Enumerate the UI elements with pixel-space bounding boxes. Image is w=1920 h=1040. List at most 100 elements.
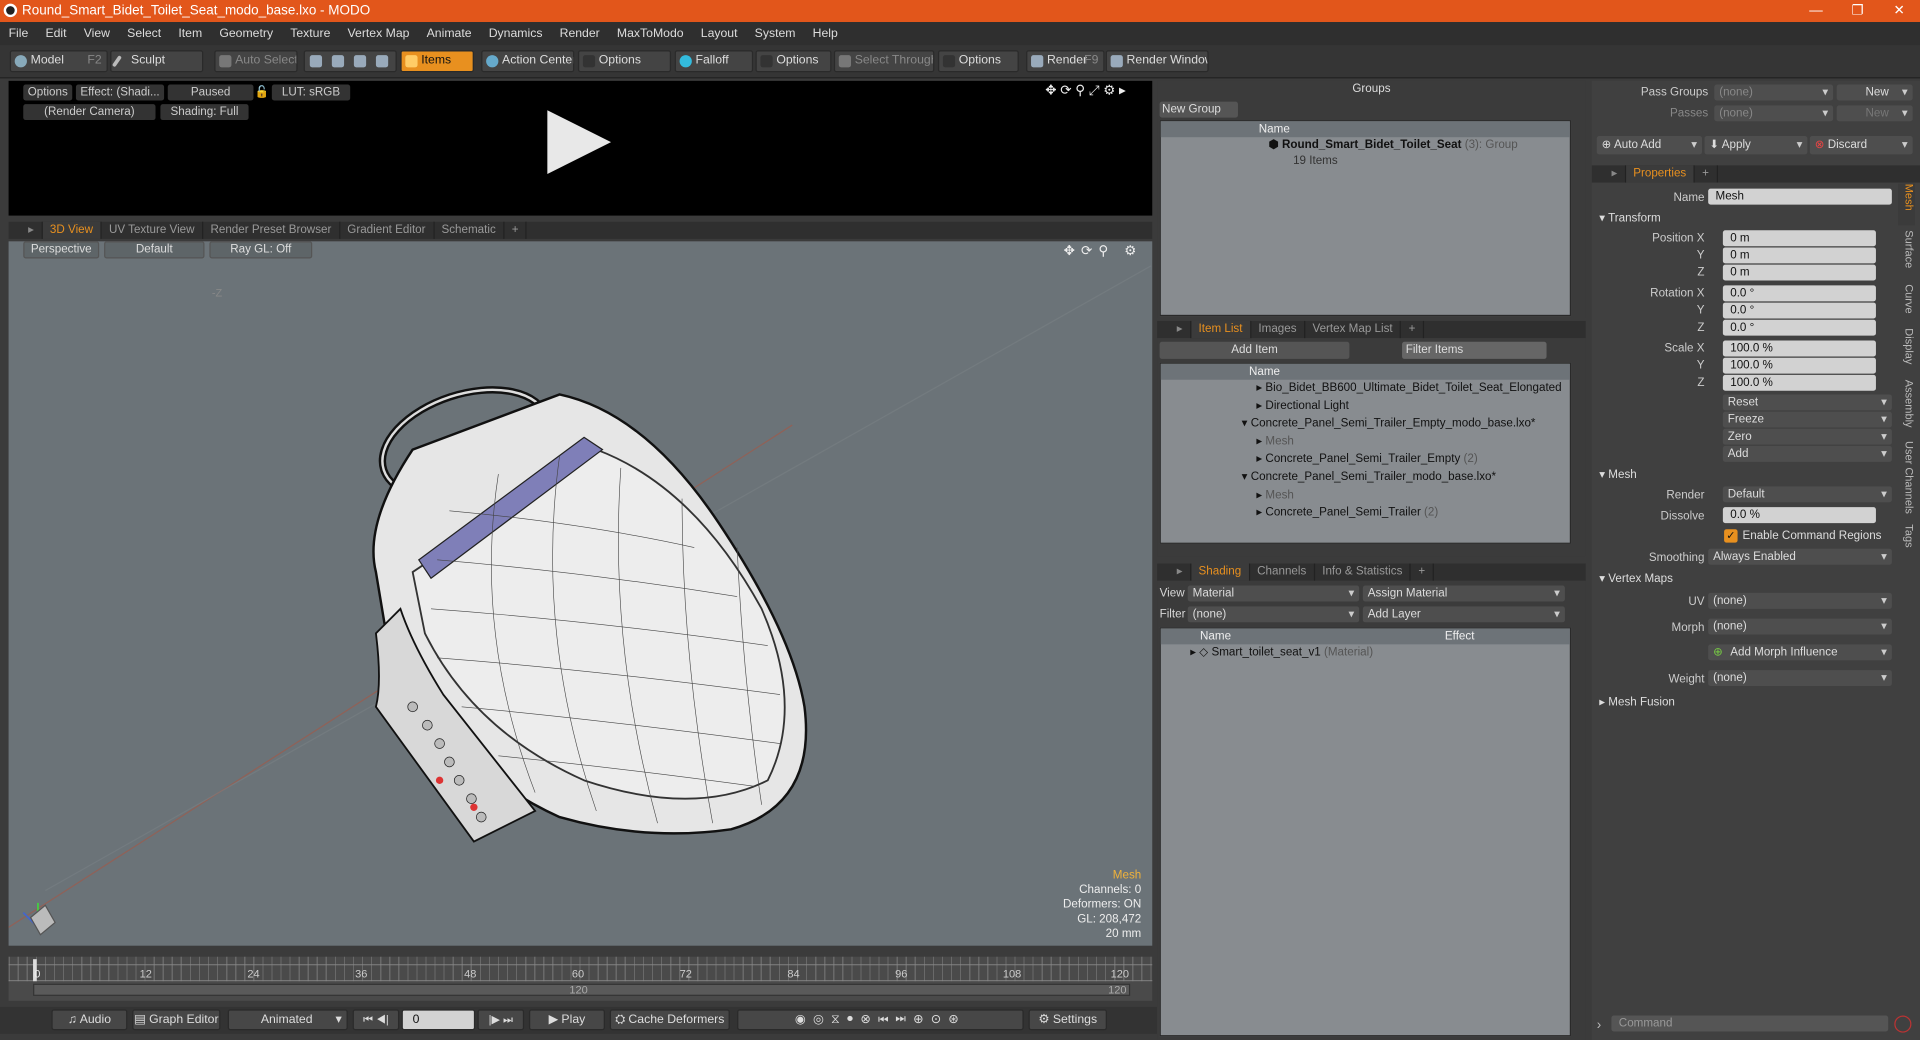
- lock-icon[interactable]: 🔓: [254, 84, 270, 101]
- new-group-button[interactable]: New Group: [1159, 101, 1238, 118]
- add-shading-tab-button[interactable]: +: [1411, 563, 1434, 581]
- vertices-icon[interactable]: [309, 55, 323, 68]
- menu-vertex-map[interactable]: Vertex Map: [339, 27, 418, 40]
- add-layer-dropdown[interactable]: Add Layer: [1362, 606, 1565, 623]
- discard-button[interactable]: ⊗ Discard: [1809, 135, 1913, 155]
- rotation-z-field[interactable]: 0.0 °: [1722, 319, 1876, 336]
- timeline[interactable]: 0 12 24 36 48 60 72 84 96 108 120 120 12…: [8, 956, 1153, 1001]
- material-row[interactable]: ▸ ◇ Smart_toilet_seat_v1 (Material): [1161, 644, 1570, 662]
- position-y-field[interactable]: 0 m: [1722, 247, 1876, 264]
- item-row[interactable]: ▾ Concrete_Panel_Semi_Trailer_modo_base.…: [1161, 469, 1570, 487]
- minimize-button[interactable]: —: [1795, 0, 1837, 22]
- position-x-field[interactable]: 0 m: [1722, 230, 1876, 247]
- pass-groups-dropdown[interactable]: (none): [1714, 84, 1834, 101]
- sidetab-display[interactable]: Display: [1898, 328, 1915, 372]
- uv-dropdown[interactable]: (none): [1708, 592, 1892, 609]
- menu-system[interactable]: System: [746, 27, 804, 40]
- tab-schematic[interactable]: Schematic: [434, 221, 505, 239]
- item-row[interactable]: ▸ Mesh: [1161, 433, 1570, 451]
- tab-3d-view[interactable]: 3D View: [42, 221, 102, 239]
- key-tools-group[interactable]: ◉◎⧖⏺⊗⏮⏭⊕⊙⊛: [737, 1009, 1024, 1031]
- item-row[interactable]: ▸ Concrete_Panel_Semi_Trailer_Empty (2): [1161, 451, 1570, 469]
- next-key-buttons[interactable]: |▶ ⏭: [477, 1009, 525, 1031]
- sidetab-assembly[interactable]: Assembly: [1898, 380, 1915, 434]
- assign-material-dropdown[interactable]: Assign Material: [1362, 585, 1565, 602]
- graph-editor-button[interactable]: ▤ Graph Editor: [132, 1009, 221, 1031]
- freeze-dropdown[interactable]: Freeze: [1722, 411, 1892, 428]
- weight-dropdown[interactable]: (none): [1708, 670, 1892, 686]
- menu-maxtomodo[interactable]: MaxToModo: [608, 27, 692, 40]
- preview-effect-dropdown[interactable]: Effect: (Shadi...: [75, 84, 165, 101]
- tab-render-preset-browser[interactable]: Render Preset Browser: [203, 221, 340, 239]
- add-dropdown[interactable]: Add: [1722, 445, 1892, 462]
- polygons-icon[interactable]: [353, 55, 367, 68]
- item-row[interactable]: ▾ Concrete_Panel_Semi_Trailer_Empty_modo…: [1161, 416, 1570, 434]
- viewport-3d[interactable]: Perspective Default Ray GL: Off ✥⟳⚲ ⚙ -Z…: [8, 241, 1153, 946]
- transform-section[interactable]: ▾ Transform: [1599, 212, 1660, 225]
- add-morph-influence-button[interactable]: ⊕ Add Morph Influence: [1708, 644, 1892, 661]
- falloff-options-button[interactable]: Options: [755, 50, 832, 73]
- preview-camera-dropdown[interactable]: (Render Camera): [23, 104, 156, 121]
- add-item-dropdown[interactable]: Add Item: [1159, 341, 1350, 359]
- add-panel-tab-button[interactable]: +: [1401, 320, 1424, 339]
- tab-images[interactable]: Images: [1251, 320, 1306, 339]
- item-row[interactable]: ▸ Mesh: [1161, 487, 1570, 505]
- add-tab-button[interactable]: +: [504, 221, 528, 239]
- animated-dropdown[interactable]: Animated ▾: [227, 1009, 348, 1031]
- tab-item-list[interactable]: Item List: [1191, 320, 1252, 339]
- new-pass-button[interactable]: New: [1836, 105, 1913, 122]
- command-history-icon[interactable]: [1894, 1015, 1912, 1033]
- reset-dropdown[interactable]: Reset: [1722, 394, 1892, 411]
- falloff-button[interactable]: Falloff: [674, 50, 754, 73]
- dissolve-field[interactable]: 0.0 %: [1722, 507, 1876, 524]
- auto-add-button[interactable]: ⊕ Auto Add: [1596, 135, 1703, 155]
- model-mode-button[interactable]: Model F2: [9, 50, 108, 73]
- rotation-y-field[interactable]: 0.0 °: [1722, 302, 1876, 319]
- sidetab-tags[interactable]: Tags: [1898, 524, 1915, 556]
- filter-dropdown[interactable]: (none): [1187, 606, 1360, 623]
- render-button[interactable]: Render F9: [1026, 50, 1105, 73]
- materials-icon[interactable]: [375, 55, 389, 68]
- sidetab-curve[interactable]: Curve: [1898, 284, 1915, 321]
- cache-deformers-button[interactable]: ⛭ Cache Deformers: [609, 1009, 730, 1031]
- frame-field[interactable]: 0: [401, 1009, 476, 1031]
- close-button[interactable]: ✕: [1878, 0, 1920, 22]
- item-row[interactable]: ▸ Concrete_Panel_Semi_Trailer (2): [1161, 505, 1570, 523]
- sculpt-mode-button[interactable]: Sculpt: [110, 50, 204, 73]
- item-row[interactable]: ▸ Bio_Bidet_BB600_Ultimate_Bidet_Toilet_…: [1161, 380, 1570, 398]
- zero-dropdown[interactable]: Zero: [1722, 428, 1892, 445]
- name-field[interactable]: Mesh: [1708, 188, 1892, 205]
- action-center-button[interactable]: Action Center: [481, 50, 575, 73]
- new-pass-group-button[interactable]: New: [1836, 84, 1913, 101]
- rotation-x-field[interactable]: 0.0 °: [1722, 285, 1876, 302]
- group-row[interactable]: ⬢ Round_Smart_Bidet_Toilet_Seat (3): Gro…: [1161, 137, 1570, 155]
- apply-button[interactable]: ⬇ Apply: [1704, 135, 1808, 155]
- maximize-button[interactable]: ❐: [1837, 0, 1879, 22]
- sidetab-user-channels[interactable]: User Channels: [1898, 441, 1915, 517]
- tab-channels[interactable]: Channels: [1250, 563, 1315, 581]
- tab-uv-texture-view[interactable]: UV Texture View: [102, 221, 204, 239]
- enable-command-regions-checkbox[interactable]: ✓: [1724, 529, 1738, 543]
- select-through-button[interactable]: Select Through: [833, 50, 935, 73]
- scale-x-field[interactable]: 100.0 %: [1722, 340, 1876, 357]
- menu-geometry[interactable]: Geometry: [211, 27, 282, 40]
- settings-button[interactable]: ⚙ Settings: [1028, 1009, 1107, 1031]
- auto-select-button[interactable]: Auto Select: [214, 50, 298, 73]
- play-button[interactable]: ▶ Play: [528, 1009, 605, 1031]
- menu-help[interactable]: Help: [804, 27, 846, 40]
- scale-y-field[interactable]: 100.0 %: [1722, 357, 1876, 374]
- menu-view[interactable]: View: [75, 27, 118, 40]
- command-input[interactable]: Command: [1611, 1015, 1889, 1032]
- items-mode-button[interactable]: Items: [400, 50, 474, 73]
- vertex-maps-section[interactable]: ▾ Vertex Maps: [1599, 572, 1673, 585]
- action-center-options-button[interactable]: Options: [577, 50, 672, 73]
- menu-dynamics[interactable]: Dynamics: [480, 27, 551, 40]
- tab-vertex-map-list[interactable]: Vertex Map List: [1305, 320, 1402, 339]
- tab-info-statistics[interactable]: Info & Statistics: [1315, 563, 1411, 581]
- tab-properties[interactable]: Properties: [1625, 165, 1695, 183]
- menu-animate[interactable]: Animate: [418, 27, 480, 40]
- prev-key-buttons[interactable]: ⏮ ◀|: [352, 1009, 400, 1031]
- filter-items-input[interactable]: Filter Items: [1402, 341, 1547, 359]
- sidetab-mesh[interactable]: Mesh: [1897, 183, 1916, 226]
- mesh-section[interactable]: ▾ Mesh: [1599, 468, 1637, 481]
